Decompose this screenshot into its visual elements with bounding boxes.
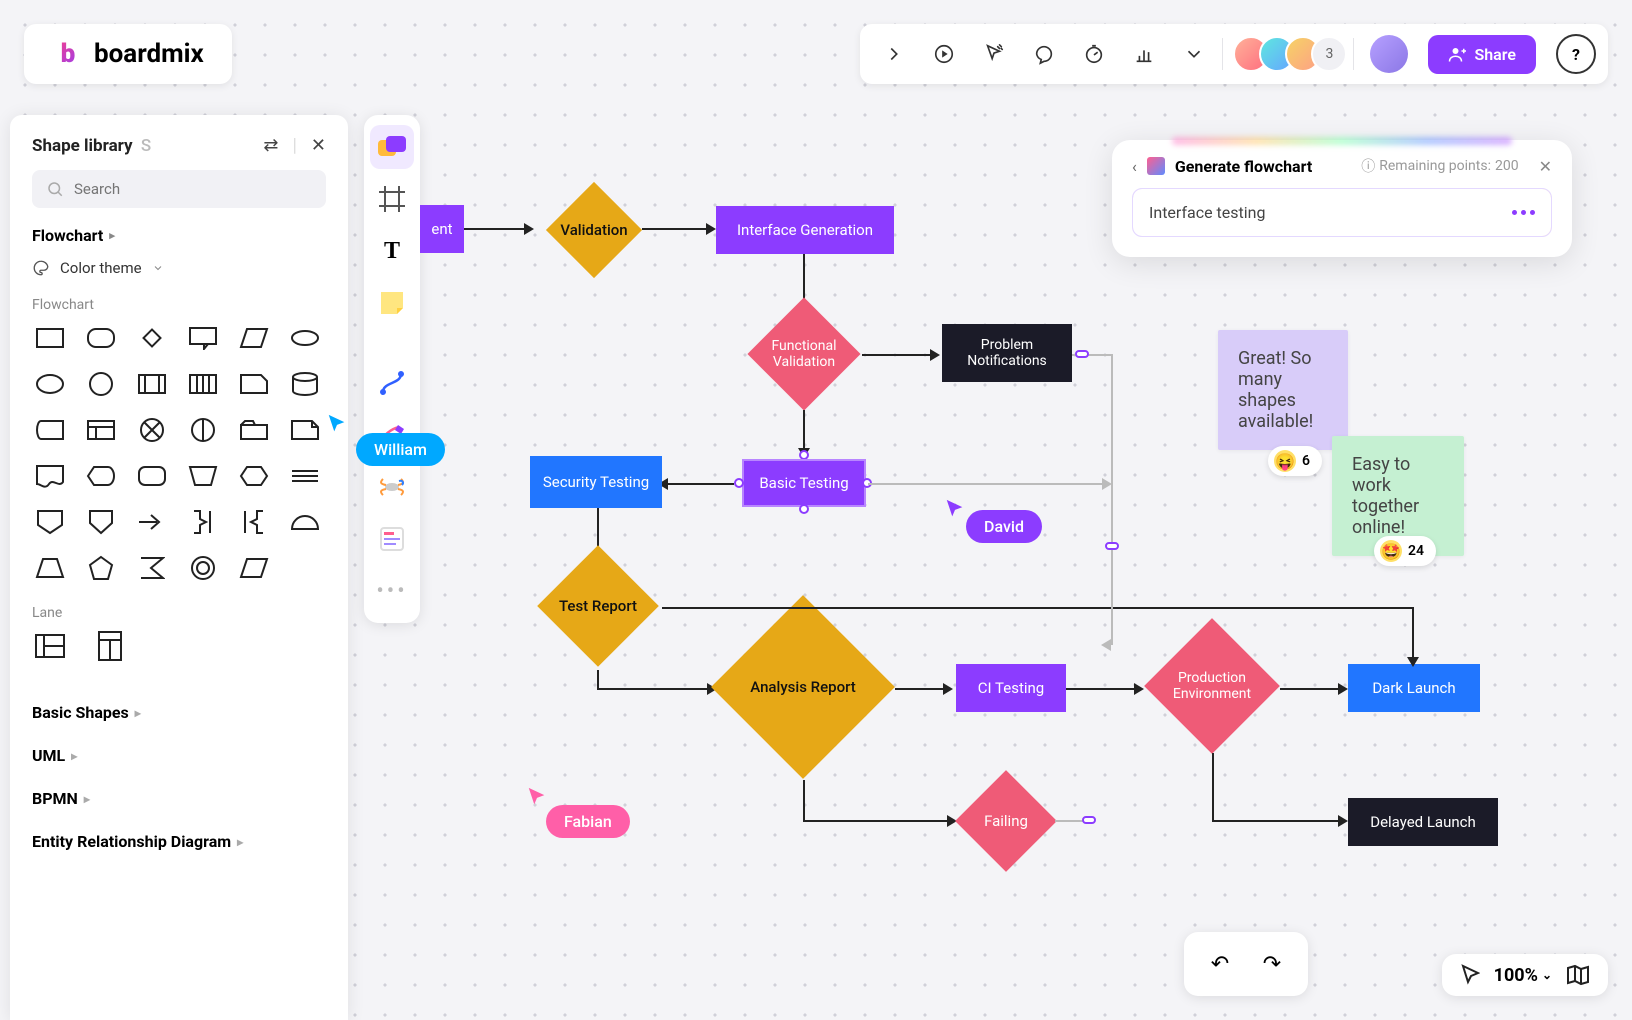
node-delayed-launch[interactable]: Delayed Launch bbox=[1348, 798, 1498, 846]
zoom-level[interactable]: 100% ⌄ bbox=[1494, 965, 1552, 986]
ai-prompt-input[interactable] bbox=[1149, 203, 1512, 222]
redo-button[interactable]: ↷ bbox=[1250, 942, 1294, 986]
collab-cursor-david bbox=[944, 498, 966, 520]
loading-dots-icon bbox=[1512, 210, 1535, 215]
ai-remaining-points: ⓘ Remaining points:200 bbox=[1361, 156, 1518, 176]
cursor-label-fabian: Fabian bbox=[546, 805, 630, 838]
ai-back-button[interactable]: ‹ bbox=[1132, 157, 1137, 176]
zoom-bar: 100% ⌄ bbox=[1442, 954, 1608, 996]
close-icon[interactable]: ✕ bbox=[1539, 157, 1552, 176]
node-test-report[interactable]: Test Report bbox=[537, 545, 659, 667]
node-failing[interactable]: Failing bbox=[955, 770, 1057, 872]
undo-button[interactable]: ↶ bbox=[1198, 942, 1242, 986]
node-ent[interactable]: ent bbox=[420, 205, 464, 253]
ai-generate-panel: ‹ Generate flowchart ⓘ Remaining points:… bbox=[1112, 140, 1572, 257]
ai-logo-icon bbox=[1147, 157, 1165, 175]
node-basic-testing[interactable]: Basic Testing bbox=[742, 459, 866, 507]
minimap-button[interactable] bbox=[1566, 964, 1590, 986]
cursor-label-william: William bbox=[356, 433, 445, 466]
cursor-mode-button[interactable] bbox=[1460, 964, 1480, 986]
decorative-rainbow bbox=[1172, 137, 1512, 145]
cursor-label-david: David bbox=[966, 510, 1042, 543]
node-validation[interactable]: Validation bbox=[546, 182, 642, 278]
reaction-sticky-1[interactable]: 😝6 bbox=[1268, 446, 1322, 476]
collab-cursor-william bbox=[326, 413, 348, 435]
node-analysis-report[interactable]: Analysis Report bbox=[711, 595, 895, 779]
ai-panel-title: Generate flowchart bbox=[1175, 157, 1312, 176]
node-security-testing[interactable]: Security Testing bbox=[530, 456, 662, 508]
node-interface-generation[interactable]: Interface Generation bbox=[716, 206, 894, 254]
sticky-note-1[interactable]: Great! So many shapes available! bbox=[1218, 330, 1348, 450]
node-ci-testing[interactable]: CI Testing bbox=[956, 664, 1066, 712]
node-dark-launch[interactable]: Dark Launch bbox=[1348, 664, 1480, 712]
reaction-sticky-2[interactable]: 🤩24 bbox=[1374, 536, 1436, 566]
ai-input-container[interactable] bbox=[1132, 188, 1552, 237]
history-bar: ↶ ↷ bbox=[1184, 932, 1308, 996]
node-functional-validation[interactable]: Functional Validation bbox=[747, 297, 860, 410]
node-problem-notifications[interactable]: Problem Notifications bbox=[942, 324, 1072, 382]
collab-cursor-fabian bbox=[526, 786, 548, 808]
node-production-env[interactable]: Production Environment bbox=[1144, 618, 1280, 754]
